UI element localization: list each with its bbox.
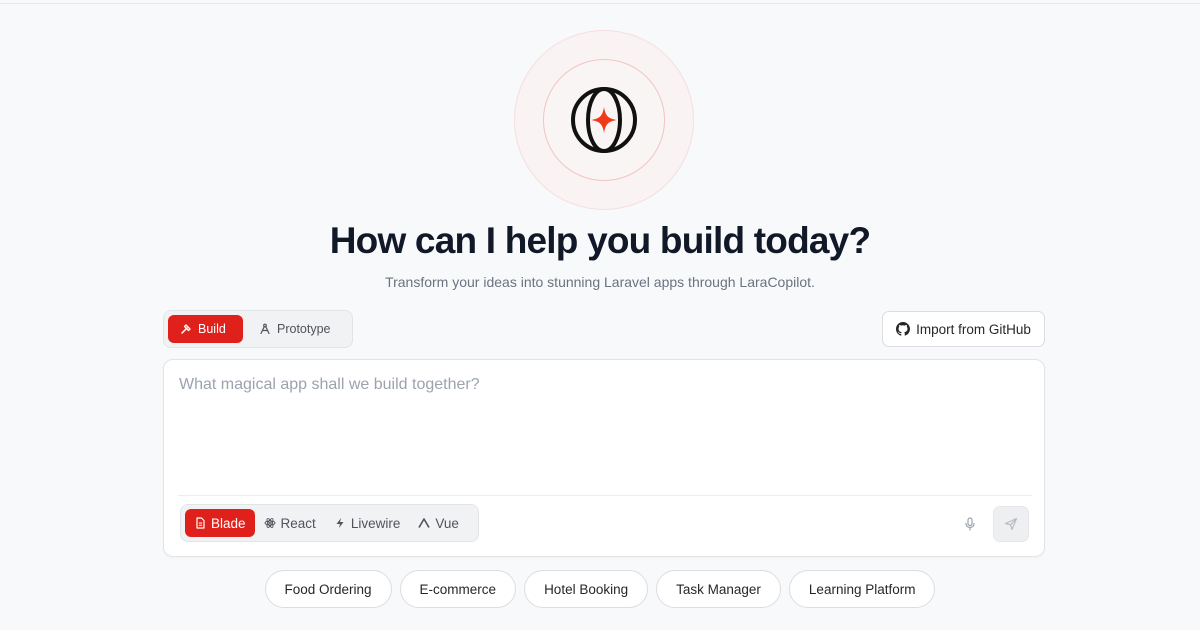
file-icon <box>196 517 205 529</box>
vue-icon <box>418 518 431 528</box>
vue-framework-label: Vue <box>435 515 459 531</box>
bolt-icon <box>336 518 344 528</box>
drafting-compass-icon <box>260 323 270 335</box>
prototype-mode-label: Prototype <box>277 322 331 336</box>
hammer-icon <box>181 324 191 334</box>
react-framework-label: React <box>280 515 316 531</box>
send-button[interactable] <box>993 506 1029 542</box>
suggestion-chip-task-manager[interactable]: Task Manager <box>656 570 781 608</box>
mode-toggle: Build Prototype <box>163 310 353 348</box>
prototype-mode-button[interactable]: Prototype <box>247 315 343 343</box>
import-github-button[interactable]: Import from GitHub <box>882 311 1045 347</box>
atom-icon <box>264 518 275 528</box>
prompt-input[interactable] <box>179 376 1029 486</box>
prompt-divider <box>178 495 1032 496</box>
livewire-framework-button[interactable]: Livewire <box>325 509 410 537</box>
microphone-button[interactable] <box>960 514 980 534</box>
react-framework-button[interactable]: React <box>255 509 325 537</box>
framework-toggle: Blade React Livewire Vue <box>180 504 479 542</box>
send-icon <box>1004 517 1018 531</box>
suggestion-chip-food-ordering[interactable]: Food Ordering <box>264 570 392 608</box>
suggestion-chip-learning-platform[interactable]: Learning Platform <box>788 570 936 608</box>
prompt-card: Blade React Livewire <box>163 359 1045 557</box>
import-github-label: Import from GitHub <box>916 321 1031 337</box>
page: How can I help you build today? Transfor… <box>0 0 1200 630</box>
suggestion-chips: Food Ordering E-commerce Hotel Booking T… <box>0 570 1200 608</box>
github-icon <box>896 322 911 336</box>
page-title: How can I help you build today? <box>329 220 871 261</box>
page-subtitle: Transform your ideas into stunning Larav… <box>385 274 815 290</box>
suggestion-chip-ecommerce[interactable]: E-commerce <box>399 570 517 608</box>
blade-framework-label: Blade <box>211 515 246 531</box>
logo <box>514 30 694 210</box>
top-divider <box>0 3 1200 4</box>
globe-sparkle-icon <box>571 87 637 153</box>
build-mode-label: Build <box>198 322 226 336</box>
livewire-framework-label: Livewire <box>350 515 401 531</box>
blade-framework-button[interactable]: Blade <box>185 509 255 537</box>
suggestion-chip-hotel-booking[interactable]: Hotel Booking <box>524 570 649 608</box>
microphone-icon <box>965 517 975 531</box>
vue-framework-button[interactable]: Vue <box>409 509 468 537</box>
build-mode-button[interactable]: Build <box>168 315 243 343</box>
